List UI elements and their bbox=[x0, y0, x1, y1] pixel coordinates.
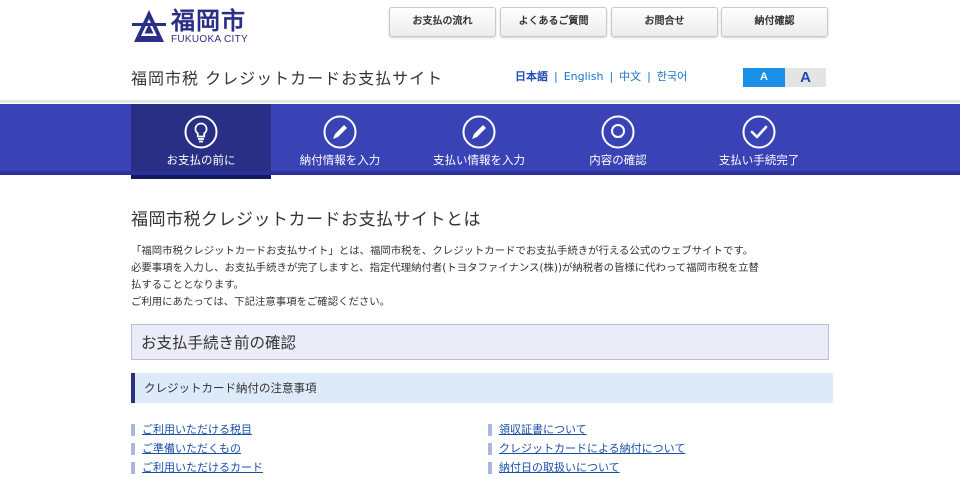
checkmark-icon bbox=[742, 115, 776, 149]
step-complete: 支払い手続完了 bbox=[689, 104, 829, 175]
payment-flow-button[interactable]: お支払の流れ bbox=[389, 7, 496, 37]
lang-english-link[interactable]: English bbox=[564, 70, 604, 83]
intro-line: 「福岡市税クレジットカードお支払サイト」とは、福岡市税を、クレジットカードでお支… bbox=[131, 245, 754, 257]
pencil-icon bbox=[462, 115, 496, 149]
step-label: お支払の前に bbox=[166, 153, 236, 167]
pencil-icon bbox=[323, 115, 357, 149]
step-label: 支払い手続完了 bbox=[718, 153, 800, 167]
fukuoka-city-logo[interactable]: 福岡市 FUKUOKA CITY bbox=[131, 6, 261, 46]
link-available-taxes[interactable]: ご利用いただける税目 bbox=[131, 423, 252, 437]
language-switcher: 日本語 | English | 中文 | 한국어 bbox=[515, 68, 687, 84]
link-available-cards[interactable]: ご利用いただけるカード bbox=[131, 461, 263, 475]
link-payment-date-handling[interactable]: 納付日の取扱いについて bbox=[488, 461, 620, 475]
lang-japanese-link[interactable]: 日本語 bbox=[515, 70, 548, 83]
step-before-payment: お支払の前に bbox=[131, 104, 271, 179]
section-header-box: お支払手続き前の確認 bbox=[131, 324, 829, 360]
intro-line: 必要事項を入力し、お支払手続きが完了しますと、指定代理納付者(トヨタファイナンス… bbox=[131, 262, 759, 274]
font-small-button[interactable]: A bbox=[743, 68, 785, 87]
step-enter-tax-info: 納付情報を入力 bbox=[270, 104, 410, 175]
step-label: 納付情報を入力 bbox=[299, 153, 381, 167]
subsection-title: クレジットカード納付の注意事項 bbox=[144, 381, 317, 395]
step-confirm: 内容の確認 bbox=[548, 104, 688, 175]
intro-text: 「福岡市税クレジットカードお支払サイト」とは、福岡市税を、クレジットカードでお支… bbox=[131, 243, 833, 311]
intro-line: 払することとなります。 bbox=[131, 279, 244, 291]
link-credit-card-payment[interactable]: クレジットカードによる納付について bbox=[488, 442, 685, 456]
magnifier-icon bbox=[601, 115, 635, 149]
logo-name: 福岡市 bbox=[171, 7, 246, 35]
lang-separator: | bbox=[609, 70, 614, 83]
step-enter-payment-info: 支払い情報を入力 bbox=[409, 104, 549, 175]
city-emblem-icon bbox=[132, 10, 166, 42]
faq-button[interactable]: よくあるご質問 bbox=[500, 7, 607, 37]
step-label: 内容の確認 bbox=[589, 153, 647, 167]
intro-line: ご利用にあたっては、下記注意事項をご確認ください。 bbox=[131, 296, 391, 308]
main-content: 福岡市税クレジットカードお支払サイトとは 「福岡市税クレジットカードお支払サイト… bbox=[131, 175, 833, 480]
site-header: 福岡市 FUKUOKA CITY お支払の流れ よくあるご質問 お問合せ 納付確… bbox=[0, 0, 960, 103]
header-divider bbox=[0, 100, 960, 103]
font-large-button[interactable]: A bbox=[785, 68, 826, 87]
lang-korean-link[interactable]: 한국어 bbox=[657, 70, 687, 83]
lang-chinese-link[interactable]: 中文 bbox=[619, 70, 641, 83]
lightbulb-icon bbox=[184, 115, 218, 149]
lang-separator: | bbox=[647, 70, 651, 83]
subsection-header-box: クレジットカード納付の注意事項 bbox=[131, 373, 833, 403]
font-size-switcher: A A bbox=[743, 68, 826, 87]
site-title: 福岡市税 クレジットカードお支払サイト bbox=[131, 69, 444, 88]
logo-sub: FUKUOKA CITY bbox=[171, 34, 248, 45]
link-receipt[interactable]: 領収証書について bbox=[488, 423, 587, 437]
page-heading: 福岡市税クレジットカードお支払サイトとは bbox=[131, 210, 481, 230]
step-label: 支払い情報を入力 bbox=[433, 153, 525, 167]
progress-steps: お支払の前に 納付情報を入力 支払い情報を入力 内容の確認 支払い手続完了 bbox=[0, 104, 960, 179]
section-title: お支払手続き前の確認 bbox=[141, 334, 297, 352]
contact-button[interactable]: お問合せ bbox=[611, 7, 718, 37]
payment-check-button[interactable]: 納付確認 bbox=[721, 7, 828, 37]
link-items-to-prepare[interactable]: ご準備いただくもの bbox=[131, 442, 241, 456]
lang-separator: | bbox=[554, 70, 558, 83]
